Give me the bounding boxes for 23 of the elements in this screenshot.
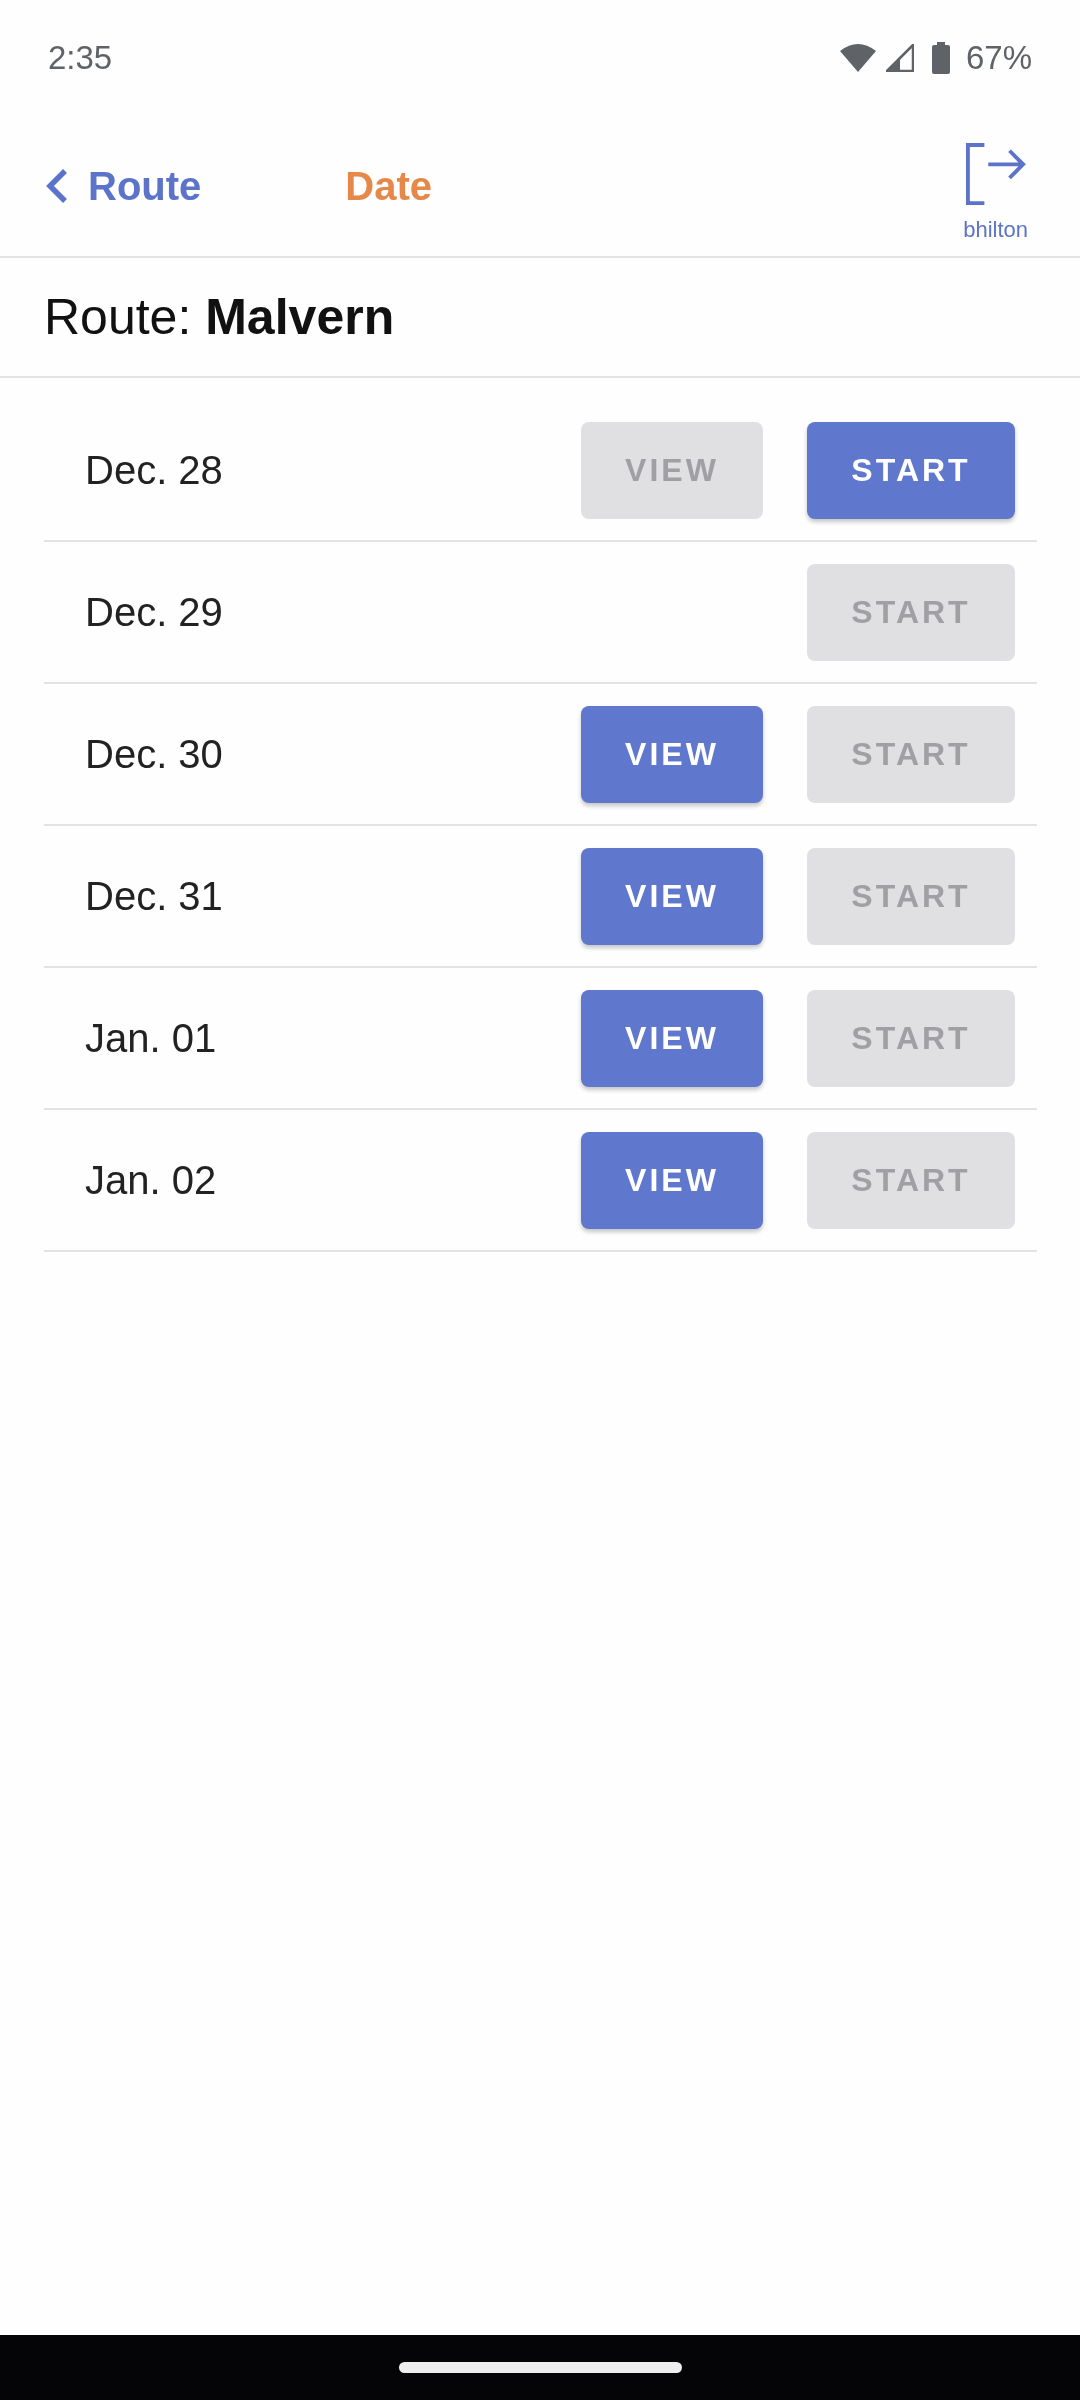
date-label: Jan. 01 [85,1015,218,1061]
view-button[interactable]: VIEW [581,847,763,945]
date-label: Dec. 30 [85,731,224,777]
logout-icon [964,143,1027,205]
battery-icon [931,42,950,74]
battery-percent: 67% [965,39,1032,77]
logout-button[interactable]: bhilton [963,129,1028,243]
date-label: Jan. 02 [85,1157,218,1203]
page-title: Date [345,163,433,209]
date-label: Dec. 31 [85,873,224,919]
signal-icon [885,44,914,72]
view-button[interactable]: VIEW [581,989,763,1087]
view-button[interactable]: VIEW [581,1131,763,1229]
date-label: Dec. 28 [85,447,224,493]
view-button[interactable]: VIEW [581,705,763,803]
start-button[interactable]: START [807,421,1015,519]
back-button[interactable]: Route [46,163,202,209]
status-time: 2:35 [48,39,113,77]
chevron-left-icon [46,168,68,204]
date-label: Dec. 29 [85,589,224,635]
home-handle[interactable] [398,2362,682,2373]
wifi-icon [839,44,876,72]
route-heading: Route: Malvern [44,288,395,346]
